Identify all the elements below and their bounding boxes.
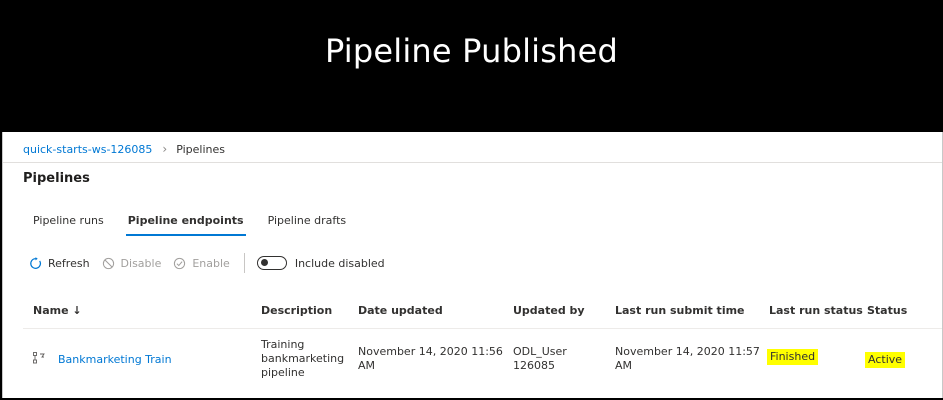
last-run-submit-time-cell: November 14, 2020 11:57 AM	[615, 345, 760, 373]
toggle-knob	[260, 259, 268, 266]
disable-button[interactable]: Disable	[102, 256, 162, 270]
column-header-name[interactable]: Name ↓	[33, 304, 82, 317]
date-updated-line: November 14, 2020 11:56	[358, 345, 503, 358]
column-header-status[interactable]: Status	[867, 304, 907, 317]
description-line: bankmarketing	[261, 352, 345, 365]
tab-pipeline-runs[interactable]: Pipeline runs	[33, 214, 104, 236]
enable-label: Enable	[192, 256, 230, 270]
table-header: Name ↓ Description Date updated Updated …	[23, 292, 942, 329]
column-header-last-run-status[interactable]: Last run status	[769, 304, 863, 317]
block-icon	[102, 257, 114, 269]
refresh-button[interactable]: Refresh	[29, 257, 90, 270]
banner: Pipeline Published	[0, 0, 943, 132]
pipelines-panel: quick-starts-ws-126085 › Pipelines Pipel…	[2, 132, 943, 398]
pipeline-name-link[interactable]: Bankmarketing Train	[58, 353, 172, 367]
column-header-date-updated[interactable]: Date updated	[358, 304, 443, 317]
column-header-updated-by[interactable]: Updated by	[513, 304, 585, 317]
date-updated-line: AM	[358, 359, 376, 372]
enable-button[interactable]: Enable	[173, 256, 230, 270]
breadcrumb-current: Pipelines	[176, 142, 225, 156]
status-badge: Active	[865, 352, 906, 368]
column-header-last-run-submit-time[interactable]: Last run submit time	[615, 304, 745, 317]
page-title: Pipelines	[23, 171, 90, 186]
breadcrumb: quick-starts-ws-126085 › Pipelines	[23, 142, 225, 156]
breadcrumb-workspace-link[interactable]: quick-starts-ws-126085	[23, 143, 152, 156]
table-row[interactable]: Bankmarketing Train Training bankmarketi…	[23, 329, 942, 398]
chevron-right-icon: ›	[162, 142, 168, 156]
updated-by-line: 126085	[513, 359, 555, 372]
description-line: pipeline	[261, 366, 305, 379]
updated-by-cell: ODL_User 126085	[513, 345, 567, 373]
breadcrumb-divider	[3, 162, 942, 163]
last-run-line: AM	[615, 359, 633, 372]
check-circle-icon	[174, 257, 186, 269]
column-header-description[interactable]: Description	[261, 304, 332, 317]
toolbar: Refresh Disable Enable Include disabled	[29, 253, 385, 273]
description-cell: Training bankmarketing pipeline	[261, 338, 344, 380]
banner-title: Pipeline Published	[324, 32, 619, 70]
last-run-status-badge: Finished	[767, 349, 819, 365]
refresh-label: Refresh	[48, 256, 90, 270]
tab-pipeline-endpoints[interactable]: Pipeline endpoints	[125, 214, 246, 236]
date-updated-cell: November 14, 2020 11:56 AM	[358, 345, 503, 373]
description-line: Training	[261, 338, 305, 351]
refresh-icon	[30, 256, 41, 269]
include-disabled-toggle[interactable]	[256, 256, 287, 270]
last-run-line: November 14, 2020 11:57	[615, 345, 760, 358]
include-disabled-label: Include disabled	[294, 256, 385, 270]
toolbar-divider	[243, 253, 245, 273]
pipeline-icon	[33, 352, 45, 364]
tab-pipeline-drafts[interactable]: Pipeline drafts	[268, 214, 347, 236]
tab-bar: Pipeline runs Pipeline endpoints Pipelin…	[33, 214, 370, 236]
disable-label: Disable	[120, 256, 162, 270]
updated-by-line: ODL_User	[513, 345, 567, 358]
